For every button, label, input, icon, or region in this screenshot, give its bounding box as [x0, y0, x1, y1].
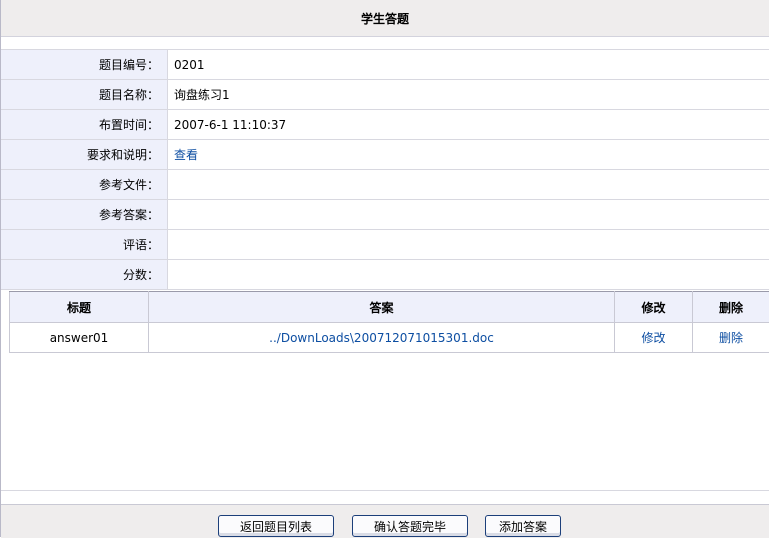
question-info-table: 题目编号： 0201 题目名称： 询盘练习1 布置时间： 2007-6-1 11… — [1, 50, 769, 290]
info-row-comment: 评语： — [1, 230, 769, 260]
answer-title: answer01 — [10, 323, 149, 353]
answers-header-row: 标题 答案 修改 删除 — [10, 292, 769, 323]
value-score — [168, 260, 769, 290]
col-header-delete: 删除 — [693, 292, 769, 323]
answer-file-cell: ../DownLoads\200712071015301.doc — [149, 323, 615, 353]
edit-cell: 修改 — [615, 323, 693, 353]
add-answer-button[interactable]: 添加答案 — [485, 515, 561, 537]
value-comment — [168, 230, 769, 260]
footer-toolbar: 返回题目列表 确认答题完毕 添加答案 — [1, 504, 769, 538]
edit-answer-link[interactable]: 修改 — [641, 331, 665, 345]
label-question-name: 题目名称： — [1, 80, 168, 110]
page-title: 学生答题 — [1, 0, 769, 37]
student-answer-page: 学生答题 题目编号： 0201 题目名称： 询盘练习1 布置时间： 2007-6… — [0, 0, 769, 537]
info-row-score: 分数： — [1, 260, 769, 290]
label-reference-answer: 参考答案： — [1, 200, 168, 230]
label-score: 分数： — [1, 260, 168, 290]
view-requirements-link[interactable]: 查看 — [174, 148, 198, 162]
answer-file-link[interactable]: ../DownLoads\200712071015301.doc — [269, 331, 494, 345]
info-row-ref-file: 参考文件： — [1, 170, 769, 200]
col-header-title: 标题 — [10, 292, 149, 323]
value-assign-time: 2007-6-1 11:10:37 — [168, 110, 769, 140]
back-to-list-button[interactable]: 返回题目列表 — [218, 515, 334, 537]
info-row-ref-answer: 参考答案： — [1, 200, 769, 230]
info-row-requirements: 要求和说明： 查看 — [1, 140, 769, 170]
table-row: answer01 ../DownLoads\200712071015301.do… — [10, 323, 769, 353]
info-row-name: 题目名称： 询盘练习1 — [1, 80, 769, 110]
answers-section: 标题 答案 修改 删除 answer01 ../DownLoads\200712… — [9, 291, 769, 353]
label-comment: 评语： — [1, 230, 168, 260]
info-row-id: 题目编号： 0201 — [1, 50, 769, 80]
value-requirements-cell: 查看 — [168, 140, 769, 170]
delete-cell: 删除 — [693, 323, 769, 353]
col-header-edit: 修改 — [615, 292, 693, 323]
value-question-name: 询盘练习1 — [168, 80, 769, 110]
confirm-complete-button[interactable]: 确认答题完毕 — [352, 515, 468, 537]
label-question-id: 题目编号： — [1, 50, 168, 80]
label-assign-time: 布置时间： — [1, 110, 168, 140]
value-question-id: 0201 — [168, 50, 769, 80]
info-row-time: 布置时间： 2007-6-1 11:10:37 — [1, 110, 769, 140]
value-reference-file — [168, 170, 769, 200]
spacer-row — [1, 37, 769, 50]
answers-table: 标题 答案 修改 删除 answer01 ../DownLoads\200712… — [9, 291, 769, 353]
divider — [1, 490, 769, 491]
col-header-answer: 答案 — [149, 292, 615, 323]
label-requirements: 要求和说明： — [1, 140, 168, 170]
value-reference-answer — [168, 200, 769, 230]
delete-answer-link[interactable]: 删除 — [719, 331, 743, 345]
label-reference-file: 参考文件： — [1, 170, 168, 200]
